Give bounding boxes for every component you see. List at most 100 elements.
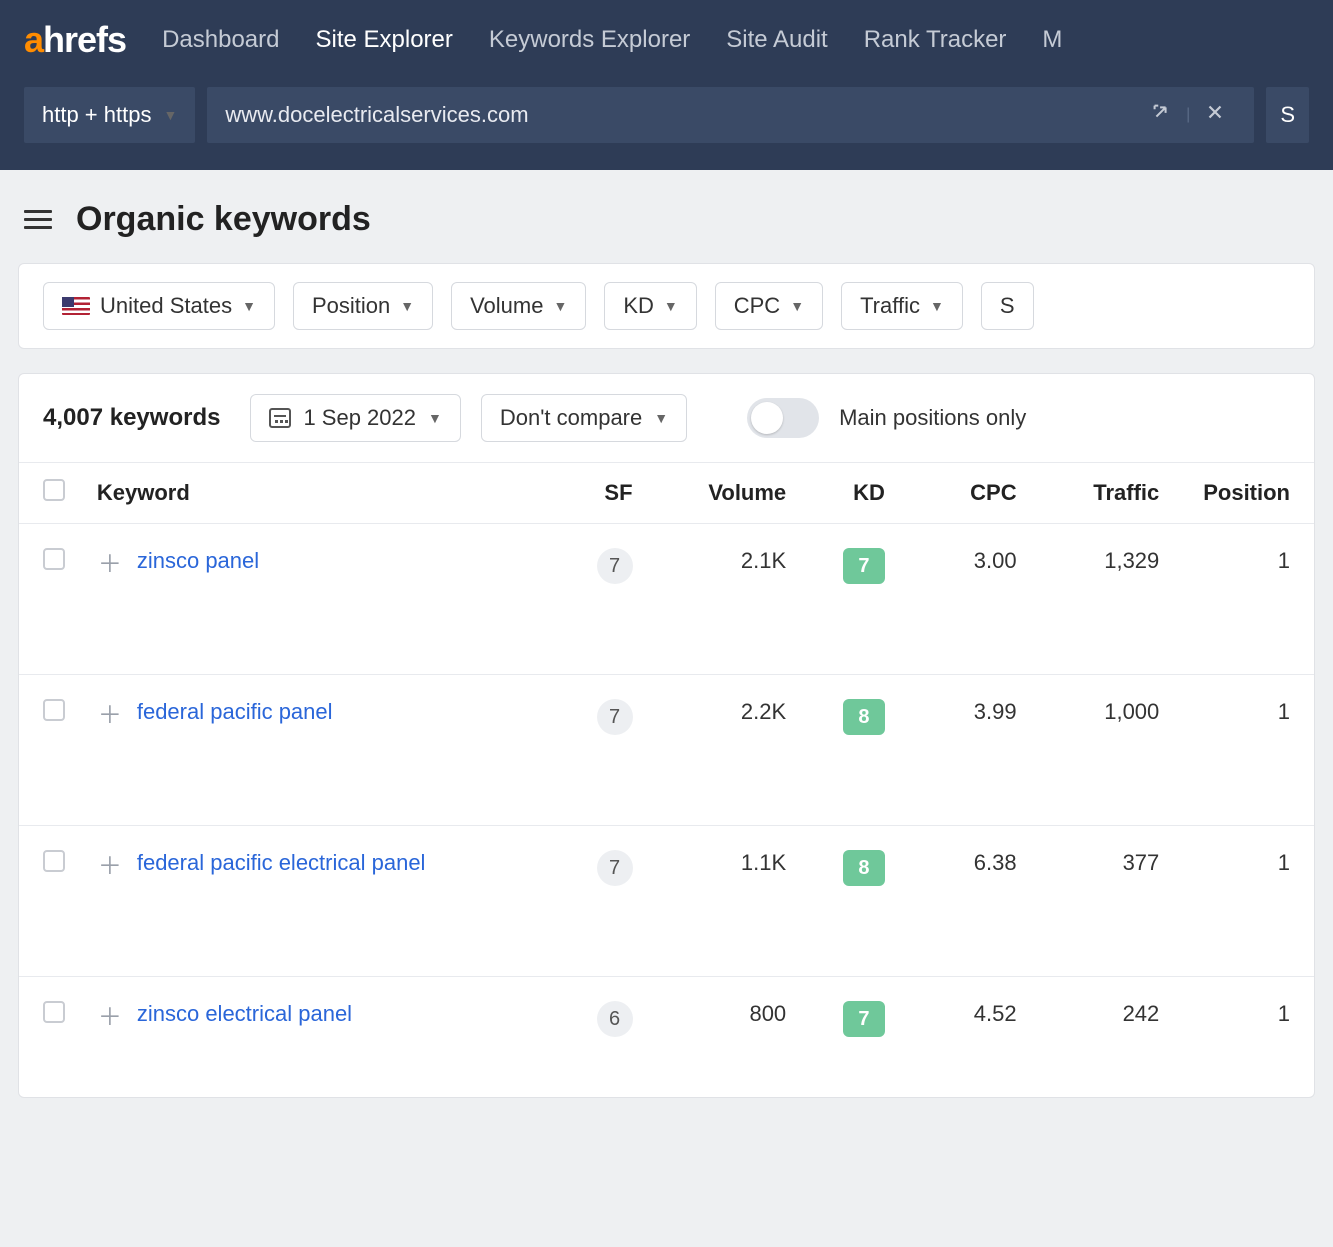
th-volume[interactable]: Volume	[645, 463, 799, 524]
sf-badge[interactable]: 6	[597, 1001, 633, 1037]
keyword-link[interactable]: zinsco electrical panel	[137, 1001, 352, 1027]
cell-traffic: 1,329	[1029, 524, 1172, 675]
nav-site-audit[interactable]: Site Audit	[726, 26, 827, 54]
table-header-row: Keyword SF Volume KD CPC Traffic Positio…	[19, 463, 1314, 524]
expand-icon[interactable]: ＋	[97, 1001, 123, 1027]
caret-down-icon: ▼	[930, 298, 944, 314]
sf-badge[interactable]: 7	[597, 699, 633, 735]
hamburger-icon[interactable]	[24, 210, 52, 229]
filter-kd[interactable]: KD ▼	[604, 282, 696, 330]
th-sf[interactable]: SF	[557, 463, 645, 524]
filter-more[interactable]: S	[981, 282, 1034, 330]
kd-badge: 8	[843, 699, 885, 735]
caret-down-icon: ▼	[654, 410, 668, 426]
filter-cpc-label: CPC	[734, 293, 780, 319]
caret-down-icon: ▼	[242, 298, 256, 314]
url-input-wrap: |	[207, 87, 1254, 143]
close-icon[interactable]	[1194, 101, 1236, 129]
logo-rest: hrefs	[43, 19, 126, 61]
row-checkbox[interactable]	[43, 850, 65, 872]
filter-traffic[interactable]: Traffic ▼	[841, 282, 963, 330]
filter-kd-label: KD	[623, 293, 654, 319]
search-button[interactable]: S	[1266, 87, 1309, 143]
cell-volume: 2.1K	[645, 524, 799, 675]
cell-position: 1	[1171, 977, 1314, 1098]
filter-position[interactable]: Position ▼	[293, 282, 433, 330]
nav-site-explorer[interactable]: Site Explorer	[315, 26, 452, 54]
table-row: ＋ federal pacific panel 7 2.2K 8 3.991,0001	[19, 675, 1314, 826]
checkbox-all[interactable]	[43, 479, 65, 501]
top-nav: ahrefs Dashboard Site Explorer Keywords …	[0, 0, 1333, 80]
keyword-link[interactable]: zinsco panel	[137, 548, 259, 574]
caret-down-icon: ▼	[400, 298, 414, 314]
cell-position: 1	[1171, 675, 1314, 826]
cell-cpc: 4.52	[897, 977, 1029, 1098]
nav-keywords-explorer[interactable]: Keywords Explorer	[489, 26, 690, 54]
cell-cpc: 6.38	[897, 826, 1029, 977]
filter-volume-label: Volume	[470, 293, 543, 319]
expand-icon[interactable]: ＋	[97, 699, 123, 725]
nav-rank-tracker[interactable]: Rank Tracker	[864, 26, 1007, 54]
url-bar: http + https ▼ | S	[0, 80, 1333, 170]
row-checkbox[interactable]	[43, 548, 65, 570]
cell-volume: 800	[645, 977, 799, 1098]
cell-cpc: 3.99	[897, 675, 1029, 826]
cell-traffic: 1,000	[1029, 675, 1172, 826]
filter-country[interactable]: United States ▼	[43, 282, 275, 330]
kd-badge: 7	[843, 548, 885, 584]
sf-badge[interactable]: 7	[597, 850, 633, 886]
table-row: ＋ zinsco electrical panel 6 800 7 4.522421	[19, 977, 1314, 1098]
keyword-link[interactable]: federal pacific panel	[137, 699, 333, 725]
table-card: 4,007 keywords 1 Sep 2022 ▼ Don't compar…	[18, 373, 1315, 1098]
th-cpc[interactable]: CPC	[897, 463, 1029, 524]
expand-icon[interactable]: ＋	[97, 850, 123, 876]
page-header: Organic keywords	[0, 170, 1333, 263]
row-checkbox[interactable]	[43, 699, 65, 721]
cell-position: 1	[1171, 826, 1314, 977]
th-position[interactable]: Position	[1171, 463, 1314, 524]
kd-badge: 8	[843, 850, 885, 886]
nav-more[interactable]: M	[1042, 26, 1062, 54]
protocol-label: http + https	[42, 102, 151, 128]
table-controls: 4,007 keywords 1 Sep 2022 ▼ Don't compar…	[19, 374, 1314, 462]
cell-cpc: 3.00	[897, 524, 1029, 675]
nav-dashboard[interactable]: Dashboard	[162, 26, 279, 54]
filter-cpc[interactable]: CPC ▼	[715, 282, 823, 330]
date-picker[interactable]: 1 Sep 2022 ▼	[250, 394, 460, 442]
caret-down-icon: ▼	[790, 298, 804, 314]
filter-country-label: United States	[100, 293, 232, 319]
th-kd[interactable]: KD	[798, 463, 897, 524]
th-traffic[interactable]: Traffic	[1029, 463, 1172, 524]
cell-volume: 1.1K	[645, 826, 799, 977]
url-input[interactable]	[225, 102, 1140, 128]
table-row: ＋zinsco panel72.1K73.001,3291	[19, 524, 1314, 675]
caret-down-icon: ▼	[553, 298, 567, 314]
expand-icon[interactable]: ＋	[97, 548, 123, 574]
th-keyword[interactable]: Keyword	[85, 463, 557, 524]
compare-label: Don't compare	[500, 405, 642, 431]
protocol-select[interactable]: http + https ▼	[24, 87, 195, 143]
sf-badge[interactable]: 7	[597, 548, 633, 584]
main-positions-toggle[interactable]	[747, 398, 819, 438]
filter-bar: United States ▼ Position ▼ Volume ▼ KD ▼…	[19, 264, 1314, 348]
filter-card: United States ▼ Position ▼ Volume ▼ KD ▼…	[18, 263, 1315, 349]
filter-volume[interactable]: Volume ▼	[451, 282, 586, 330]
compare-select[interactable]: Don't compare ▼	[481, 394, 687, 442]
cell-traffic: 377	[1029, 826, 1172, 977]
filter-traffic-label: Traffic	[860, 293, 920, 319]
row-checkbox[interactable]	[43, 1001, 65, 1023]
logo-a: a	[24, 19, 43, 61]
filter-more-label: S	[1000, 293, 1015, 319]
external-link-icon[interactable]	[1140, 101, 1182, 129]
keyword-count: 4,007 keywords	[43, 404, 220, 432]
date-label: 1 Sep 2022	[303, 405, 416, 431]
logo[interactable]: ahrefs	[24, 19, 126, 61]
caret-down-icon: ▼	[664, 298, 678, 314]
cell-volume: 2.2K	[645, 675, 799, 826]
cell-traffic: 242	[1029, 977, 1172, 1098]
toggle-label: Main positions only	[839, 405, 1026, 431]
caret-down-icon: ▼	[163, 107, 177, 123]
keyword-link[interactable]: federal pacific electrical panel	[137, 850, 426, 876]
kd-badge: 7	[843, 1001, 885, 1037]
calendar-icon	[269, 408, 291, 428]
